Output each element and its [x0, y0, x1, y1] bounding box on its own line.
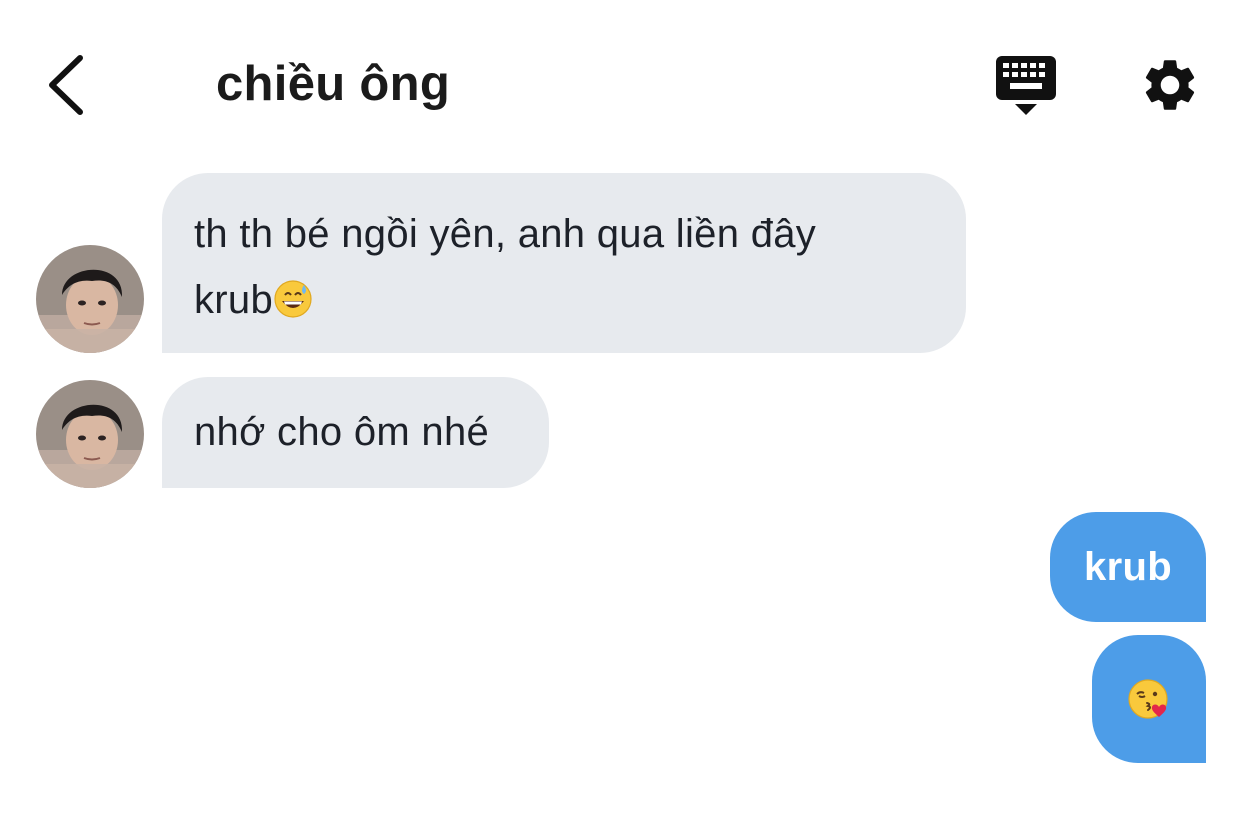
- message-bubble-incoming[interactable]: nhớ cho ôm nhé: [162, 377, 549, 488]
- face-blowing-a-kiss-icon: [1128, 679, 1168, 719]
- settings-button[interactable]: [1139, 54, 1201, 116]
- message-text-line: th th bé ngồi yên, anh qua liền đây: [194, 212, 817, 256]
- chevron-left-icon: [49, 55, 83, 115]
- contact-avatar[interactable]: [36, 245, 144, 353]
- message-bubble-incoming[interactable]: th th bé ngồi yên, anh qua liền đây krub: [162, 173, 966, 353]
- gear-icon: [1145, 60, 1195, 110]
- message-bubble-outgoing-emoji[interactable]: [1092, 635, 1206, 763]
- contact-avatar[interactable]: [36, 380, 144, 488]
- contact-photo: [36, 245, 144, 353]
- grinning-face-with-sweat-icon: [274, 280, 312, 318]
- keyboard-hide-icon: [996, 56, 1056, 115]
- contact-photo: [36, 380, 144, 488]
- keyboard-toggle-button[interactable]: [994, 54, 1058, 118]
- message-bubble-outgoing[interactable]: krub: [1050, 512, 1206, 622]
- chat-title: chiều ông: [216, 57, 451, 111]
- message-text-line: krub: [194, 267, 934, 333]
- chat-screen: chiều ông th th bé ngồi yên, anh qua liề…: [0, 0, 1242, 821]
- back-button[interactable]: [40, 50, 96, 120]
- message-text: krub: [1084, 545, 1172, 589]
- message-text: nhớ cho ôm nhé: [194, 410, 490, 454]
